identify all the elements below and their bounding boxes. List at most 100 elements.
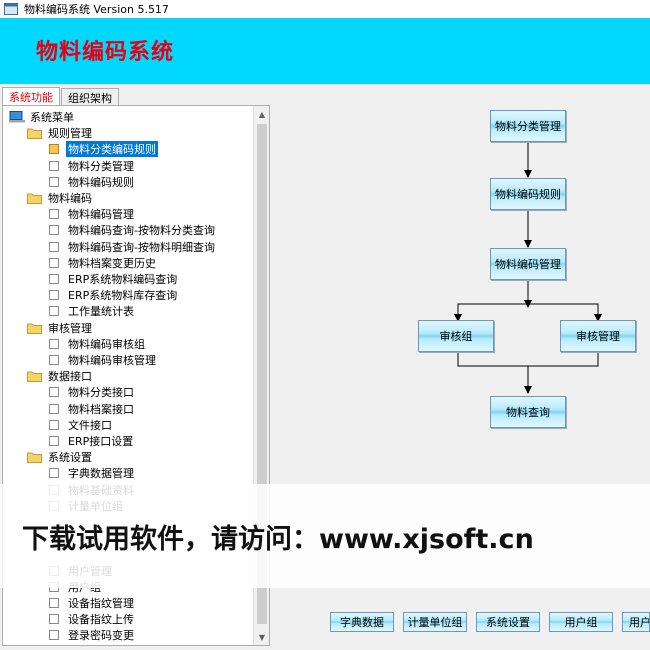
folder-icon <box>27 128 42 140</box>
document-icon <box>49 274 59 284</box>
scroll-down-arrow-icon[interactable]: ▼ <box>254 629 269 645</box>
document-icon <box>49 387 59 398</box>
document-icon <box>49 306 59 317</box>
tree-item-label: 物料分类编码规则 <box>65 140 159 159</box>
tree-item-label: 物料编码查询-按物料分类查询 <box>68 224 215 238</box>
tree-item[interactable]: 物料编码查询-按物料明细查询 <box>49 239 217 255</box>
folder-icon <box>27 452 42 464</box>
document-icon <box>49 225 59 236</box>
tree-item-label: 数据接口 <box>48 370 92 384</box>
document-icon <box>49 144 59 155</box>
tree-item-label: 物料编码审核管理 <box>68 354 156 367</box>
watermark-text: 下载试用软件，请访问：www.xjsoft.cn <box>22 523 534 555</box>
computer-icon <box>9 111 25 123</box>
header-banner: 物料编码系统 <box>0 18 650 84</box>
tree-item[interactable]: 操作日志 <box>49 644 114 645</box>
tree-item[interactable]: 物料编码管理 <box>49 206 136 222</box>
tree-item[interactable]: 物料编码规则 <box>49 174 136 190</box>
user-group-button[interactable]: 用户组 <box>549 612 613 632</box>
tree-item-label: 字典数据管理 <box>68 467 134 481</box>
dictionary-data-button[interactable]: 字典数据 <box>330 612 394 632</box>
tree-item[interactable]: 物料分类管理 <box>49 158 136 174</box>
tree-group-2[interactable]: 审核管理 <box>27 320 94 336</box>
document-icon <box>49 403 59 414</box>
tree-item-label: 工作量统计表 <box>68 305 134 319</box>
tree-item-label: 设备指纹管理 <box>68 597 134 610</box>
tree-item[interactable]: ERP系统物料编码查询 <box>49 271 179 287</box>
document-icon <box>49 614 59 625</box>
tree-item-label: 设备指纹上传 <box>68 613 134 627</box>
node-material-query[interactable]: 物料查询 <box>490 396 566 428</box>
tree-group-4[interactable]: 系统设置 <box>27 449 94 465</box>
tree-item[interactable]: ERP系统物料库存查询 <box>49 287 179 303</box>
node-audit-group[interactable]: 审核组 <box>418 320 494 352</box>
document-icon <box>49 176 59 187</box>
document-icon <box>49 630 59 641</box>
document-icon <box>49 338 59 349</box>
document-icon <box>49 468 59 479</box>
tab-org-structure[interactable]: 组织架构 <box>61 88 119 106</box>
system-settings-button[interactable]: 系统设置 <box>476 612 540 632</box>
scroll-up-arrow-icon[interactable]: ▲ <box>254 106 269 122</box>
tree-item-label: 物料档案变更历史 <box>68 256 156 270</box>
tree-item[interactable]: 登录密码变更 <box>49 627 136 643</box>
tree-item-label: 文件接口 <box>68 418 112 432</box>
tree-item-label: 操作日志 <box>66 644 114 645</box>
node-audit-management[interactable]: 审核管理 <box>560 320 636 352</box>
tree-item[interactable]: 物料档案变更历史 <box>49 255 158 271</box>
tree-item[interactable]: ERP接口设置 <box>49 433 135 449</box>
tree-group-0[interactable]: 规则管理 <box>27 125 94 141</box>
tree-group-1[interactable]: 物料编码 <box>27 190 94 206</box>
tree-item-label: 登录密码变更 <box>68 629 134 643</box>
tab-strip: 系统功能 组织架构 <box>2 87 120 106</box>
tree-item[interactable]: 设备指纹管理 <box>49 595 136 611</box>
document-icon <box>49 241 59 252</box>
document-icon <box>49 160 59 171</box>
document-icon <box>49 355 59 365</box>
split-line <box>457 303 599 316</box>
tree-item-label: 物料编码审核组 <box>68 337 145 351</box>
document-icon <box>49 257 59 268</box>
tree-group-3[interactable]: 数据接口 <box>27 368 94 384</box>
document-icon <box>49 436 59 446</box>
window-title: 物料编码系统 Version 5.517 <box>24 3 169 16</box>
tree-item[interactable]: 文件接口 <box>49 417 114 433</box>
tree-item-label: ERP接口设置 <box>68 435 134 448</box>
tree-item-label: 物料档案接口 <box>68 402 134 416</box>
tree-item-label: 物料分类接口 <box>68 386 134 400</box>
tree-item[interactable]: 字典数据管理 <box>49 465 136 481</box>
folder-icon <box>27 371 42 383</box>
folder-icon <box>27 193 42 204</box>
tree-item-label: 物料编码 <box>48 192 92 205</box>
tree-item[interactable]: 工作量统计表 <box>49 303 136 319</box>
user-management-button[interactable]: 用户管理 <box>622 612 650 632</box>
title-bar: 物料编码系统 Version 5.517 <box>0 0 650 18</box>
tree-item[interactable]: 物料分类编码规则 <box>49 140 159 159</box>
tab-system-functions[interactable]: 系统功能 <box>2 87 60 106</box>
merge-line <box>457 352 599 367</box>
tree-item-label: 物料编码查询-按物料明细查询 <box>68 240 215 254</box>
document-icon <box>49 598 59 608</box>
folder-icon <box>27 323 42 334</box>
app-window-icon <box>4 3 18 15</box>
tree-item[interactable]: 设备指纹上传 <box>49 611 136 627</box>
node-coding-rule[interactable]: 物料编码规则 <box>490 178 566 210</box>
document-icon <box>49 290 59 301</box>
tree-item-label: ERP系统物料库存查询 <box>68 289 178 303</box>
tree-item-label: 物料分类管理 <box>68 159 134 173</box>
tree-item[interactable]: 物料编码审核组 <box>49 336 147 352</box>
tree-item[interactable]: 物料分类接口 <box>49 384 136 400</box>
tree-item-label: 审核管理 <box>48 321 92 335</box>
tree-item[interactable]: 物料编码审核管理 <box>49 352 158 368</box>
tree-item-label: 系统菜单 <box>30 111 74 124</box>
tree-item-label: 物料编码管理 <box>68 208 134 222</box>
node-category-management[interactable]: 物料分类管理 <box>490 110 566 142</box>
document-icon <box>49 209 59 220</box>
tree-item[interactable]: 物料编码查询-按物料分类查询 <box>49 222 217 238</box>
watermark-overlay: 下载试用软件，请访问：www.xjsoft.cn <box>0 484 650 588</box>
tree-item-label: ERP系统物料编码查询 <box>68 273 178 286</box>
unit-group-button[interactable]: 计量单位组 <box>403 612 467 632</box>
tree-root-system-menu[interactable]: 系统菜单 <box>9 109 76 125</box>
tree-item[interactable]: 物料档案接口 <box>49 401 136 417</box>
node-coding-management[interactable]: 物料编码管理 <box>490 248 566 280</box>
